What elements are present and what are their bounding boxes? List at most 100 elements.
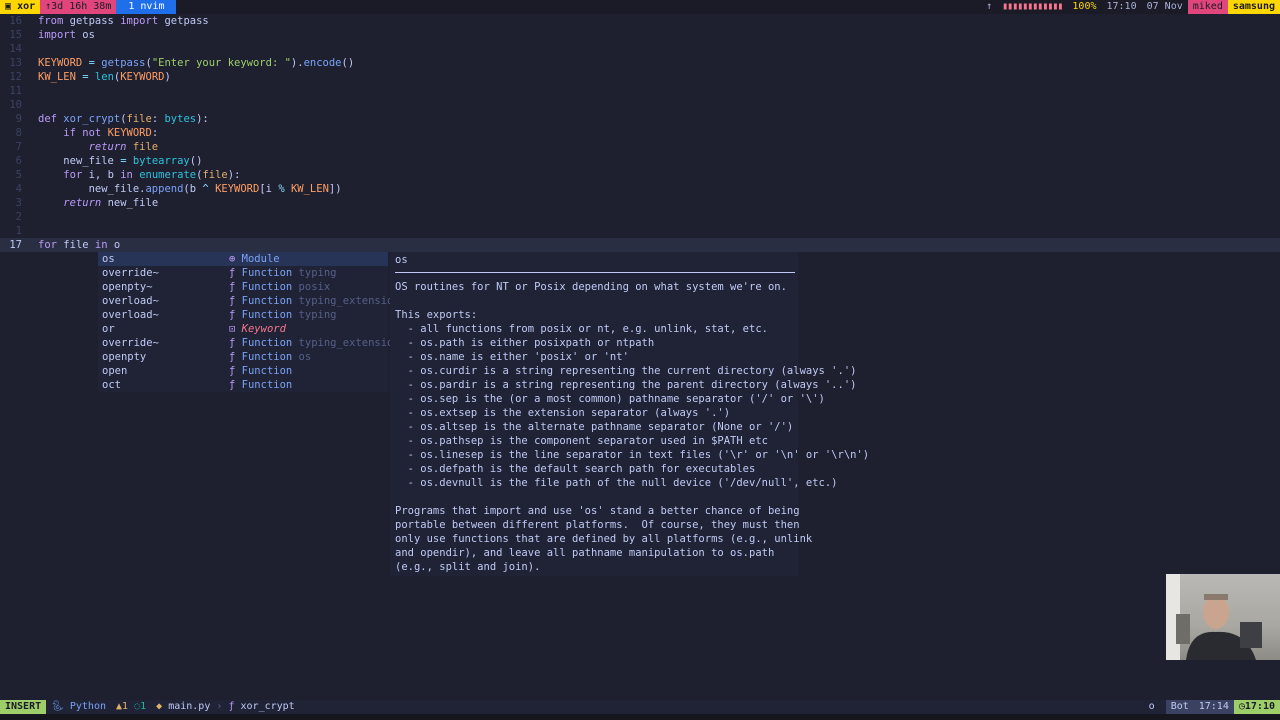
function-icon: ƒ [229, 365, 236, 377]
code-line[interactable]: 14 [0, 42, 1280, 56]
completion-word: or [102, 323, 115, 335]
function-icon: ƒ [228, 701, 235, 712]
code-line[interactable]: 2 [0, 210, 1280, 224]
battery-arrow: ↑ [986, 1, 993, 12]
code-line[interactable]: 6 new_file = bytearray() [0, 154, 1280, 168]
completion-source: typing [292, 309, 337, 321]
line-number: 17 [9, 239, 22, 251]
completion-kind: ƒ Function os [229, 350, 311, 364]
code-line[interactable]: 16 from getpass import getpass [0, 14, 1280, 28]
code-line[interactable]: 1 [0, 224, 1280, 238]
keyword-icon: ⊡ [229, 323, 236, 335]
line-number: 5 [15, 169, 22, 181]
code-line[interactable]: 17 for file in o [0, 238, 1280, 252]
completion-source: typing_extensions [292, 337, 407, 349]
completion-kind-label: Function [241, 379, 293, 391]
code-line[interactable]: 8 if not KEYWORD: [0, 126, 1280, 140]
session-name: xor [17, 1, 36, 12]
code-line[interactable]: 3 return new_file [0, 196, 1280, 210]
completion-kind-label: Module [241, 253, 280, 265]
line-number: 15 [9, 29, 22, 41]
code-line[interactable]: 4 new_file.append(b ^ KEYWORD[i % KW_LEN… [0, 182, 1280, 196]
tmux-uptime: ↑3d 16h 38m [40, 0, 117, 14]
completion-kind: ƒ Function typing_extensions [229, 294, 406, 308]
breadcrumb-symbol[interactable]: xor_crypt [241, 701, 295, 712]
completion-kind: ƒ Function posix [229, 280, 330, 294]
command-line[interactable] [0, 714, 1280, 720]
line-code: def xor_crypt(file: bytes): [38, 113, 209, 125]
tmux-window-tab[interactable]: 1 nvim [116, 0, 177, 14]
docs-body: OS routines for NT or Posix depending on… [395, 281, 870, 573]
documentation-popup: os OS routines for NT or Posix depending… [390, 252, 869, 576]
completion-source: typing_extensions [292, 295, 407, 307]
line-number: 2 [15, 211, 22, 223]
function-icon: ƒ [229, 351, 236, 363]
clock: ◷17:10 [1233, 700, 1280, 714]
code-line[interactable]: 10 [0, 98, 1280, 112]
completion-item[interactable]: or ⊡ Keyword [98, 322, 388, 336]
completion-source: typing [292, 267, 337, 279]
line-code: return file [88, 141, 159, 153]
completion-kind: ƒ Function typing [229, 308, 337, 322]
code-line[interactable]: 11 [0, 84, 1280, 98]
completion-kind-label: Function [241, 267, 293, 279]
completion-item[interactable]: os ⊕ Module [98, 252, 388, 266]
person-silhouette [1166, 574, 1262, 660]
mode-indicator: INSERT [0, 700, 47, 714]
completion-kind: ⊕ Module [229, 252, 280, 266]
line-code: from getpass import getpass [38, 15, 209, 27]
tmux-session[interactable]: ▣ xor [0, 0, 41, 14]
status-o: o [1148, 701, 1155, 712]
statusline: INSERT 🐍︎ Python ▲1 ◌1 ◆ main.py › ƒ xor… [0, 700, 1280, 714]
code-line[interactable]: 15 import os [0, 28, 1280, 42]
cursor-time: 17:14 [1193, 700, 1234, 714]
line-number: 11 [9, 85, 22, 97]
warning-count: 1 [122, 701, 129, 712]
completion-kind-label: Keyword [241, 323, 286, 335]
completion-kind-label: Function [241, 295, 293, 307]
diagnostics[interactable]: ▲1 ◌1 [111, 700, 151, 714]
code-line[interactable]: 9 def xor_crypt(file: bytes): [0, 112, 1280, 126]
docs-divider [395, 272, 795, 273]
completion-item[interactable]: openpty~ ƒ Function posix [98, 280, 388, 294]
line-code: KEYWORD = getpass("Enter your keyword: "… [38, 57, 355, 69]
completion-kind-label: Function [241, 309, 293, 321]
completion-word: openpty [102, 351, 147, 363]
completion-word: override~ [102, 267, 159, 279]
completion-source: os [292, 351, 312, 363]
module-icon: ⊕ [229, 253, 236, 265]
line-code: if not KEYWORD: [63, 127, 159, 139]
code-line[interactable]: 5 for i, b in enumerate(file): [0, 168, 1280, 182]
docs-title: os [395, 254, 408, 266]
completion-item[interactable]: override~ ƒ Function typing [98, 266, 388, 280]
completion-word: override~ [102, 337, 159, 349]
line-number: 7 [15, 141, 22, 153]
code-line[interactable]: 13 KEYWORD = getpass("Enter your keyword:… [0, 56, 1280, 70]
completion-item[interactable]: oct ƒ Function [98, 378, 388, 392]
completion-item[interactable]: override~ ƒ Function typing_extensions [98, 336, 406, 350]
completion-item[interactable]: openpty ƒ Function os [98, 350, 388, 364]
python-icon: 🐍︎ [51, 701, 64, 712]
completion-item[interactable]: overload~ ƒ Function typing_extensions [98, 294, 406, 308]
code-line[interactable]: 7 return file [0, 140, 1280, 154]
completion-kind: ƒ Function typing_extensions [229, 336, 406, 350]
code-line[interactable]: 12 KW_LEN = len(KEYWORD) [0, 70, 1280, 84]
breadcrumb-file[interactable]: main.py [168, 701, 210, 712]
completion-word: overload~ [102, 309, 159, 321]
line-number: 14 [9, 43, 22, 55]
line-code: new_file.append(b ^ KEYWORD[i % KW_LEN]) [88, 183, 342, 195]
completion-item[interactable]: open ƒ Function [98, 364, 388, 378]
completion-kind-label: Function [241, 351, 293, 363]
function-icon: ƒ [229, 281, 236, 293]
line-number: 6 [15, 155, 22, 167]
completion-word: open [102, 365, 128, 377]
completion-source: posix [292, 281, 331, 293]
hint-count: 1 [140, 701, 147, 712]
line-code: import os [38, 29, 95, 41]
completion-item[interactable]: overload~ ƒ Function typing [98, 308, 388, 322]
scroll-position: Bot [1165, 700, 1194, 714]
completion-word: os [102, 253, 115, 265]
completion-menu[interactable]: os ⊕ Module override~ ƒ Function typing open… [98, 252, 406, 392]
completion-word: overload~ [102, 295, 159, 307]
terminal-icon: ▣ [5, 1, 12, 12]
